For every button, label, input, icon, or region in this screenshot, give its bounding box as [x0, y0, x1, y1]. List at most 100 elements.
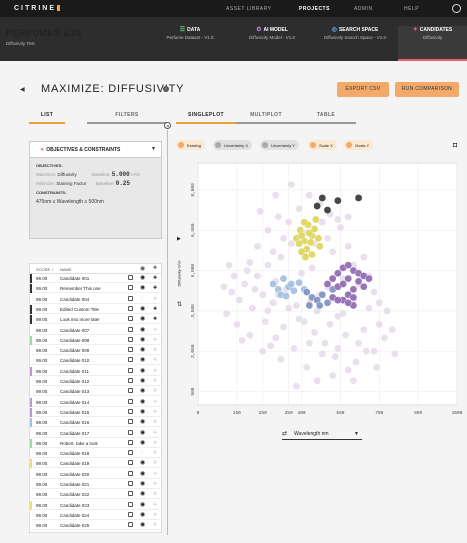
table-row[interactable]: 99.00 Edited Custom Title ◉ ✚ — [30, 304, 161, 314]
edit-icon[interactable] — [128, 275, 133, 280]
chip-goals-y[interactable]: Goals Y — [344, 140, 374, 150]
row-name[interactable]: Candidate 018 — [60, 451, 89, 456]
eye-icon[interactable]: ◉ — [140, 326, 145, 334]
eye-icon[interactable]: ◉ — [140, 480, 145, 488]
row-name[interactable]: Candidate 009 — [60, 348, 89, 353]
pin-icon[interactable]: ✛ — [153, 459, 157, 467]
pin-icon[interactable]: ✚ — [153, 305, 157, 313]
eye-icon[interactable]: ◉ — [140, 356, 145, 364]
table-row[interactable]: 99.00 Remember This one ◉ ✚ — [30, 284, 161, 294]
stage-data[interactable]: ☰ DATA Perfume Dataset - V1.0 — [150, 26, 230, 61]
row-name[interactable]: Candidate 021 — [60, 482, 89, 487]
table-row[interactable]: 99.00 Candidate 001 ◉ ✚ — [30, 274, 161, 283]
chip-uncertainty-y[interactable]: Uncertainty Y — [260, 140, 299, 150]
row-name[interactable]: Candidate 015 — [60, 410, 89, 415]
edit-icon[interactable] — [128, 357, 133, 363]
table-row[interactable]: 99.00 Candidate 024 ◉ ✛ — [30, 510, 161, 520]
table-row[interactable]: 99.00 Candidate 017 ◉ ✛ — [30, 428, 161, 438]
nav-asset-library[interactable]: ASSET LIBRARY — [226, 6, 272, 12]
edit-icon[interactable] — [128, 398, 133, 404]
row-name[interactable]: Candidate 020 — [60, 472, 89, 477]
row-name[interactable]: Edited Custom Title — [60, 307, 99, 312]
pin-icon[interactable]: ✛ — [153, 387, 157, 395]
stage-ai-model[interactable]: ⚙ AI MODEL Diffusivity Model - V1.0 — [232, 26, 312, 61]
eye-icon[interactable]: ◉ — [140, 470, 145, 478]
chevron-down-icon[interactable]: ▼ — [151, 146, 156, 152]
row-name[interactable]: Candidate 016 — [60, 420, 89, 425]
pin-icon[interactable]: ✛ — [153, 367, 157, 375]
pin-icon[interactable]: ✛ — [153, 295, 157, 303]
edit-icon[interactable] — [128, 326, 133, 332]
row-name[interactable]: Candidate 014 — [60, 400, 89, 405]
edit-icon[interactable] — [128, 285, 133, 291]
row-name[interactable]: Candidate 025 — [60, 523, 89, 528]
chip-scale-x[interactable]: Scale X — [308, 140, 337, 150]
eye-icon[interactable]: ◉ — [140, 439, 145, 447]
col-name[interactable]: NAME — [60, 267, 72, 272]
pin-icon[interactable]: ✛ — [153, 398, 157, 406]
edit-icon[interactable] — [128, 419, 133, 425]
table-row[interactable]: 99.00 Candidate 025 ◉ ✛ — [30, 521, 161, 531]
edit-icon[interactable] — [128, 347, 133, 353]
eye-icon[interactable]: ◉ — [140, 408, 145, 416]
edit-icon[interactable] — [128, 439, 133, 445]
edit-icon[interactable] — [128, 388, 133, 394]
eye-icon[interactable]: ◉ — [140, 346, 145, 354]
eye-icon[interactable]: ◉ — [140, 521, 145, 529]
table-row[interactable]: 99.00 Candidate 004 ◌ ✛ — [30, 294, 161, 304]
eye-icon[interactable]: ◉ — [140, 336, 145, 344]
row-name[interactable]: Candidate 013 — [60, 389, 89, 394]
row-name[interactable]: Candidate 017 — [60, 431, 89, 436]
table-row[interactable]: 99.00 Candidate 009 ◉ ✛ — [30, 346, 161, 356]
table-row[interactable]: 99.00 Candidate 008 ◉ ✛ — [30, 335, 161, 345]
edit-icon[interactable] — [128, 316, 133, 322]
eye-off-icon[interactable]: ◌ — [140, 295, 144, 303]
edit-icon[interactable] — [128, 460, 133, 466]
eye-icon[interactable]: ◉ — [140, 377, 145, 385]
eye-icon[interactable]: ◉ — [140, 305, 145, 313]
eye-header-icon[interactable]: ◉ — [140, 265, 145, 272]
table-row[interactable]: 99.00 Candidate 013 ◉ ✛ — [30, 387, 161, 397]
table-row[interactable]: 99.00 Candidate 019 ◉ ✛ — [30, 459, 161, 469]
pin-icon[interactable]: ✛ — [153, 429, 157, 437]
eye-icon[interactable]: ◉ — [140, 274, 145, 282]
pin-icon[interactable]: ✛ — [153, 480, 157, 488]
row-name[interactable]: Candidate 019 — [60, 461, 89, 466]
table-row[interactable]: 99.00 Candidate 011 ◉ ✛ — [30, 366, 161, 376]
eye-icon[interactable]: ◉ — [140, 501, 145, 509]
swap-icon[interactable]: ⇄ — [282, 430, 287, 437]
table-row[interactable]: 99.00 Candidate 007 ◉ ✛ — [30, 325, 161, 335]
tab-singleplot[interactable]: SINGLEPLOT — [176, 110, 236, 124]
tab-list[interactable]: LIST — [29, 110, 65, 124]
collapse-panel-icon[interactable]: ◂ — [164, 122, 171, 129]
row-name[interactable]: Remember This one — [60, 286, 101, 291]
pin-icon[interactable]: ✛ — [153, 521, 157, 529]
row-name[interactable]: Candidate 008 — [60, 338, 89, 343]
objectives-header[interactable]: ✦ OBJECTIVES & CONSTRAINTS ▼ — [30, 142, 161, 158]
eye-icon[interactable]: ◉ — [140, 418, 145, 426]
pin-icon[interactable]: ✛ — [153, 346, 157, 354]
eye-icon[interactable]: ◉ — [140, 459, 145, 467]
row-name[interactable]: Candidate 011 — [60, 369, 89, 374]
chip-uncertainty-x[interactable]: Uncertainty X — [213, 140, 253, 150]
x-axis-selector[interactable]: ⇄ Wavelength nm ▼ — [282, 428, 362, 440]
table-row[interactable]: 99.00 Candidate 022 ◉ ✛ — [30, 490, 161, 500]
edit-icon[interactable] — [128, 501, 133, 507]
camera-icon[interactable]: ◘ — [453, 142, 457, 149]
table-row[interactable]: 99.00 Candidate 014 ◉ ✛ — [30, 397, 161, 407]
eye-icon[interactable]: ◉ — [140, 398, 145, 406]
nav-projects[interactable]: PROJECTS — [299, 6, 330, 12]
table-row[interactable]: 99.00 Candidate 016 ◉ ✛ — [30, 418, 161, 428]
table-row[interactable]: 99.00 Look into more later ◉ ✚ — [30, 315, 161, 325]
row-name[interactable]: Candidate 023 — [60, 503, 89, 508]
pin-icon[interactable]: ✛ — [153, 490, 157, 498]
chevron-down-icon[interactable]: ▼ — [354, 431, 359, 437]
edit-icon[interactable] — [128, 481, 133, 486]
edit-icon[interactable] — [128, 378, 133, 383]
pin-icon[interactable]: ✚ — [153, 284, 157, 292]
panel-divider[interactable] — [167, 130, 168, 535]
table-row[interactable]: 99.00 Candidate 023 ◉ ✛ — [30, 500, 161, 510]
pin-icon[interactable]: ✚ — [153, 274, 157, 282]
export-csv-button[interactable]: EXPORT CSV — [337, 82, 389, 97]
row-name[interactable]: Candidate 010 — [60, 358, 89, 363]
